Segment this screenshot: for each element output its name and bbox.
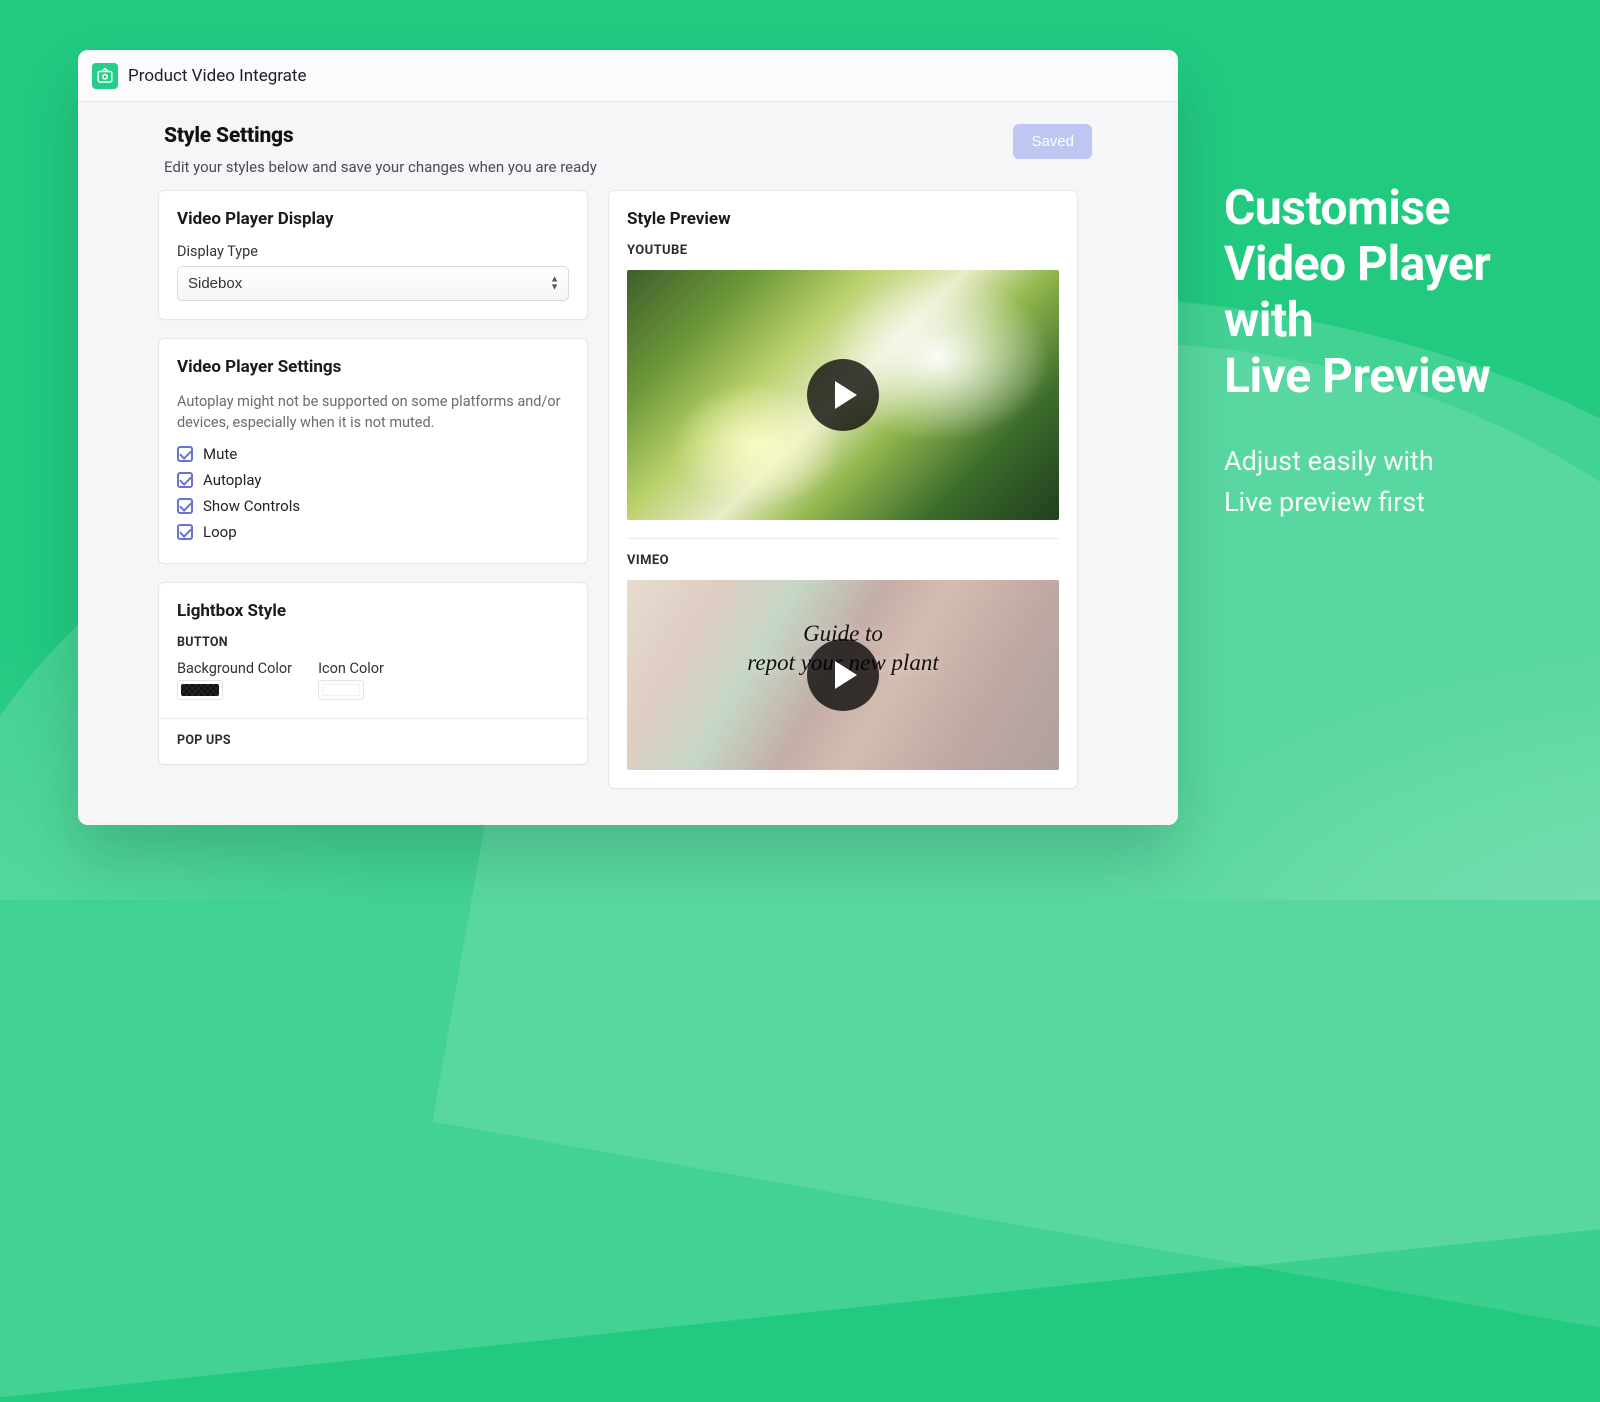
promo-copy: Customise Video Player with Live Preview… — [1224, 180, 1544, 524]
play-icon — [835, 661, 857, 689]
style-preview-card: Style Preview YOUTUBE VIMEO Guide to — [608, 190, 1078, 789]
app-title: Product Video Integrate — [128, 66, 307, 86]
youtube-preview-thumb — [627, 270, 1059, 520]
promo-headline-l2: Video Player — [1224, 235, 1490, 292]
vimeo-label: VIMEO — [627, 553, 1059, 568]
vimeo-preview-thumb: Guide to repot your new plant — [627, 580, 1059, 770]
button-section-label: BUTTON — [177, 635, 569, 650]
show-controls-label: Show Controls — [203, 497, 300, 515]
youtube-play-button[interactable] — [807, 359, 879, 431]
video-player-display-card: Video Player Display Display Type Sidebo… — [158, 190, 588, 320]
card-title: Video Player Display — [177, 209, 569, 229]
vimeo-play-button[interactable] — [807, 639, 879, 711]
loop-label: Loop — [203, 523, 237, 541]
loop-checkbox[interactable] — [177, 524, 193, 540]
promo-sub-l1: Adjust easily with — [1224, 445, 1434, 477]
app-window: Product Video Integrate Style Settings E… — [78, 50, 1178, 825]
saved-button[interactable]: Saved — [1013, 124, 1092, 159]
autoplay-label: Autoplay — [203, 471, 262, 489]
youtube-label: YOUTUBE — [627, 243, 1059, 258]
app-body: Style Settings Edit your styles below an… — [78, 102, 1178, 825]
promo-headline-l4: Live Preview — [1224, 347, 1490, 404]
mute-checkbox[interactable] — [177, 446, 193, 462]
page-subtitle: Edit your styles below and save your cha… — [164, 158, 597, 176]
card-title: Style Preview — [627, 209, 1059, 229]
card-title: Video Player Settings — [177, 357, 569, 377]
icon-color-swatch[interactable] — [318, 680, 364, 700]
lightbox-style-card: Lightbox Style BUTTON Background Color I… — [158, 582, 588, 765]
promo-headline-l1: Customise — [1224, 179, 1450, 236]
popups-section-label: POP UPS — [177, 733, 569, 748]
app-header: Product Video Integrate — [78, 50, 1178, 102]
display-type-select[interactable]: Sidebox — [177, 266, 569, 301]
autoplay-note: Autoplay might not be supported on some … — [177, 391, 569, 433]
promo-headline-l3: with — [1224, 291, 1313, 348]
show-controls-checkbox[interactable] — [177, 498, 193, 514]
divider — [627, 538, 1059, 539]
promo-sub-l2: Live preview first — [1224, 486, 1425, 518]
display-type-label: Display Type — [177, 243, 569, 260]
icon-color-label: Icon Color — [318, 660, 384, 677]
background-color-swatch[interactable] — [177, 680, 223, 700]
page-title: Style Settings — [164, 124, 597, 148]
play-icon — [835, 381, 857, 409]
app-logo-icon — [92, 63, 118, 89]
mute-label: Mute — [203, 445, 237, 463]
card-title: Lightbox Style — [177, 601, 569, 621]
video-player-settings-card: Video Player Settings Autoplay might not… — [158, 338, 588, 564]
autoplay-checkbox[interactable] — [177, 472, 193, 488]
background-color-label: Background Color — [177, 660, 292, 677]
